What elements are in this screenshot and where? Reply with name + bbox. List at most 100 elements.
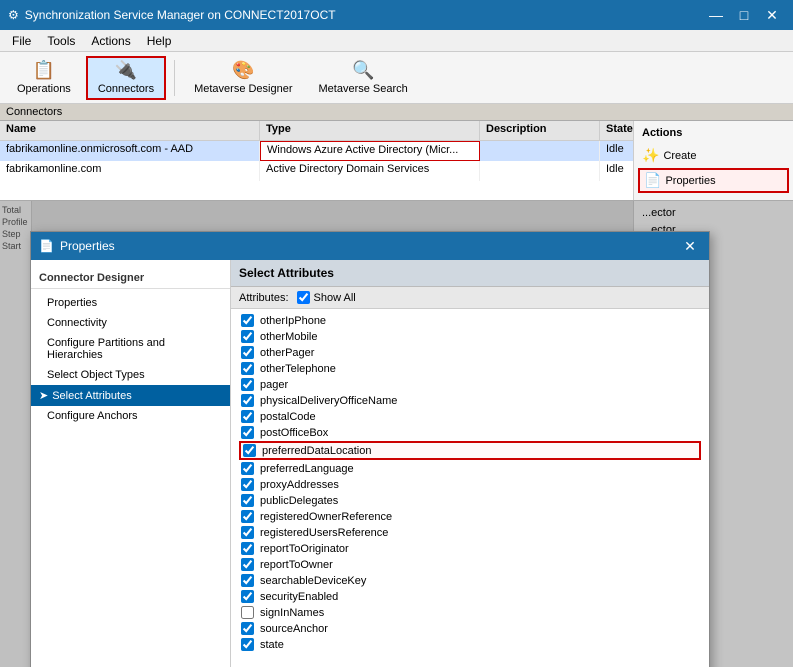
operations-icon: 📋 <box>33 60 55 81</box>
attribute-name: state <box>260 639 284 651</box>
maximize-button[interactable]: □ <box>731 5 757 25</box>
attribute-item[interactable]: pager <box>239 377 701 392</box>
attribute-checkbox[interactable] <box>241 526 254 539</box>
attribute-item[interactable]: otherPager <box>239 345 701 360</box>
attribute-item[interactable]: sourceAnchor <box>239 621 701 636</box>
attribute-checkbox[interactable] <box>241 426 254 439</box>
attribute-name: postalCode <box>260 411 316 423</box>
attribute-checkbox[interactable] <box>241 314 254 327</box>
nav-connectivity[interactable]: Connectivity <box>31 313 230 333</box>
menu-actions[interactable]: Actions <box>83 32 138 50</box>
attribute-checkbox[interactable] <box>241 346 254 359</box>
attribute-name: securityEnabled <box>260 591 338 603</box>
col-name: Name <box>0 121 260 140</box>
table-row[interactable]: fabrikamonline.onmicrosoft.com - AAD Win… <box>0 141 633 161</box>
attribute-checkbox[interactable] <box>241 510 254 523</box>
attribute-item[interactable]: publicDelegates <box>239 493 701 508</box>
menu-bar: File Tools Actions Help <box>0 30 793 52</box>
modal-icon: 📄 <box>39 239 54 253</box>
attribute-item[interactable]: otherMobile <box>239 329 701 344</box>
attribute-name: proxyAddresses <box>260 479 339 491</box>
close-button[interactable]: ✕ <box>759 5 785 25</box>
attribute-checkbox[interactable] <box>241 462 254 475</box>
nav-properties[interactable]: Properties <box>31 293 230 313</box>
operations-button[interactable]: 📋 Operations <box>6 56 82 100</box>
row1-state: Idle <box>600 141 633 161</box>
attribute-checkbox[interactable] <box>241 622 254 635</box>
attribute-name: reportToOwner <box>260 559 333 571</box>
show-all-checkbox[interactable] <box>297 291 310 304</box>
metaverse-search-button[interactable]: 🔍 Metaverse Search <box>308 56 419 100</box>
row2-description <box>480 161 600 181</box>
attribute-checkbox[interactable] <box>241 590 254 603</box>
properties-dialog: 📄 Properties ✕ Connector Designer Proper… <box>30 231 710 667</box>
menu-help[interactable]: Help <box>139 32 180 50</box>
select-attributes-header: Select Attributes <box>231 260 709 287</box>
attribute-checkbox[interactable] <box>241 574 254 587</box>
row2-state: Idle <box>600 161 633 181</box>
attribute-item[interactable]: postalCode <box>239 409 701 424</box>
attribute-item[interactable]: securityEnabled <box>239 589 701 604</box>
attribute-checkbox[interactable] <box>241 362 254 375</box>
attribute-checkbox[interactable] <box>241 558 254 571</box>
attribute-checkbox[interactable] <box>241 638 254 651</box>
attribute-item[interactable]: physicalDeliveryOfficeName <box>239 393 701 408</box>
attribute-item[interactable]: postOfficeBox <box>239 425 701 440</box>
attribute-name: preferredLanguage <box>260 463 354 475</box>
create-action-button[interactable]: ✨ Create <box>638 145 789 166</box>
menu-tools[interactable]: Tools <box>39 32 83 50</box>
attribute-item[interactable]: registeredUsersReference <box>239 525 701 540</box>
attribute-checkbox[interactable] <box>241 330 254 343</box>
attribute-name: pager <box>260 379 288 391</box>
modal-overlay: 📄 Properties ✕ Connector Designer Proper… <box>0 201 793 667</box>
attribute-item[interactable]: searchableDeviceKey <box>239 573 701 588</box>
attribute-item[interactable]: preferredLanguage <box>239 461 701 476</box>
attribute-name: registeredUsersReference <box>260 527 388 539</box>
app-icon: ⚙ <box>8 8 19 22</box>
show-all-label[interactable]: Show All <box>297 291 356 304</box>
connectors-section-label: Connectors <box>0 104 793 121</box>
attribute-checkbox[interactable] <box>241 542 254 555</box>
attribute-name: registeredOwnerReference <box>260 511 392 523</box>
col-state: State <box>600 121 633 140</box>
attribute-item[interactable]: signInNames <box>239 605 701 620</box>
attribute-checkbox[interactable] <box>241 410 254 423</box>
attribute-checkbox[interactable] <box>241 494 254 507</box>
connector-designer-header: Connector Designer <box>31 268 230 289</box>
metaverse-designer-icon: 🎨 <box>232 60 254 81</box>
nav-select-attributes[interactable]: ➤ Select Attributes <box>31 385 230 406</box>
row1-name: fabrikamonline.onmicrosoft.com - AAD <box>0 141 260 161</box>
row1-type: Windows Azure Active Directory (Micr... <box>260 141 480 161</box>
nav-object-types[interactable]: Select Object Types <box>31 365 230 385</box>
attribute-checkbox[interactable] <box>241 606 254 619</box>
attribute-item[interactable]: registeredOwnerReference <box>239 509 701 524</box>
attribute-item[interactable]: preferredDataLocation <box>239 441 701 460</box>
attribute-name: preferredDataLocation <box>262 445 371 457</box>
attribute-name: searchableDeviceKey <box>260 575 366 587</box>
properties-icon: 📄 <box>644 172 661 189</box>
connectors-button[interactable]: 🔌 Connectors <box>86 56 166 100</box>
attribute-checkbox[interactable] <box>241 394 254 407</box>
attribute-item[interactable]: state <box>239 637 701 652</box>
nav-configure-anchors[interactable]: Configure Anchors <box>31 406 230 426</box>
table-header: Name Type Description State <box>0 121 633 141</box>
attribute-item[interactable]: proxyAddresses <box>239 477 701 492</box>
attribute-name: publicDelegates <box>260 495 338 507</box>
attribute-name: signInNames <box>260 607 324 619</box>
menu-file[interactable]: File <box>4 32 39 50</box>
attribute-name: postOfficeBox <box>260 427 328 439</box>
metaverse-designer-button[interactable]: 🎨 Metaverse Designer <box>183 56 303 100</box>
attribute-item[interactable]: reportToOriginator <box>239 541 701 556</box>
modal-close-button[interactable]: ✕ <box>679 237 701 255</box>
attribute-item[interactable]: otherIpPhone <box>239 313 701 328</box>
table-row[interactable]: fabrikamonline.com Active Directory Doma… <box>0 161 633 181</box>
attribute-checkbox[interactable] <box>241 378 254 391</box>
attribute-item[interactable]: otherTelephone <box>239 361 701 376</box>
attribute-checkbox[interactable] <box>241 478 254 491</box>
connectors-table: Name Type Description State fabrikamonli… <box>0 121 633 200</box>
properties-action-button[interactable]: 📄 Properties <box>638 168 789 193</box>
minimize-button[interactable]: — <box>703 5 729 25</box>
attribute-item[interactable]: reportToOwner <box>239 557 701 572</box>
attribute-checkbox[interactable] <box>243 444 256 457</box>
nav-partitions[interactable]: Configure Partitions and Hierarchies <box>31 333 230 365</box>
